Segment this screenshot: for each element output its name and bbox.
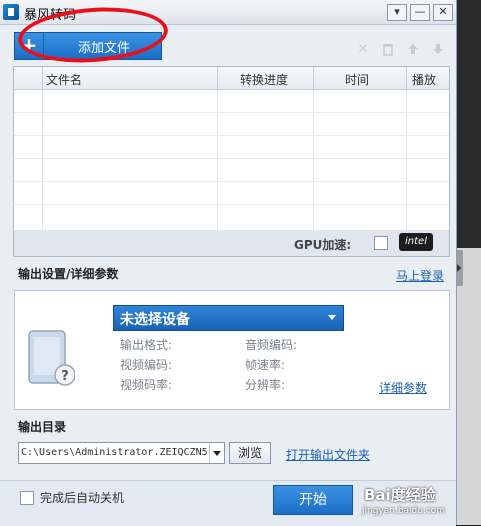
chevron-down-icon[interactable]: [209, 443, 224, 463]
watermark-brand: Bai度经验: [364, 486, 436, 504]
open-output-folder-link[interactable]: 打开输出文件夹: [286, 446, 370, 463]
start-button[interactable]: 开始: [273, 485, 353, 515]
intel-logo: intel: [399, 233, 433, 251]
minimize-button[interactable]: —: [410, 4, 430, 21]
gpu-accel-label: GPU加速:: [294, 238, 352, 252]
column-header-time[interactable]: 时间: [345, 71, 369, 88]
output-path-select[interactable]: C:\Users\Administrator.ZEIQCZN5: [18, 442, 225, 464]
column-header-play[interactable]: 播放: [412, 71, 436, 88]
window-title: 暴风转码: [24, 8, 77, 23]
column-divider: [217, 67, 218, 231]
close-button[interactable]: ✕: [433, 4, 453, 21]
app-window: 暴风转码 ▾ — ✕ + 添加文件 ✕ 文件名 转换进度 时间 播放 GPU加速…: [0, 0, 457, 526]
row-divider: [14, 158, 449, 159]
title-bar: 暴风转码 ▾ — ✕: [0, 0, 456, 25]
svg-text:?: ?: [61, 369, 69, 384]
file-list-table[interactable]: 文件名 转换进度 时间 播放: [13, 66, 450, 232]
menu-dropdown-button[interactable]: ▾: [387, 4, 407, 21]
header-divider: [42, 67, 43, 89]
login-link[interactable]: 马上登录: [396, 267, 444, 284]
output-path-value: C:\Users\Administrator.ZEIQCZN5: [21, 447, 207, 458]
param-video-codec: 视频编码:: [120, 358, 173, 372]
device-select[interactable]: 未选择设备: [113, 305, 344, 331]
watermark: Bai度经验 jingyan.baidu.com: [356, 478, 456, 525]
output-dir-title: 输出目录: [18, 420, 67, 434]
device-unknown-icon: ?: [27, 329, 76, 387]
auto-shutdown-checkbox[interactable]: [20, 491, 34, 505]
param-output-format: 输出格式:: [120, 338, 173, 352]
param-video-bitrate: 视频码率:: [120, 378, 173, 392]
row-divider: [14, 181, 449, 182]
add-file-button[interactable]: + 添加文件: [14, 32, 162, 60]
dropdown-arrow-icon: [328, 315, 336, 320]
device-select-value: 未选择设备: [120, 312, 190, 328]
table-header: 文件名 转换进度 时间 播放: [14, 67, 449, 90]
output-settings-title: 输出设置/详细参数: [18, 267, 119, 281]
move-up-icon[interactable]: [405, 42, 421, 58]
column-header-filename[interactable]: 文件名: [46, 71, 82, 88]
detail-params-link[interactable]: 详细参数: [379, 379, 427, 396]
delete-icon[interactable]: ✕: [355, 42, 371, 58]
move-down-icon[interactable]: [430, 42, 446, 58]
row-divider: [14, 135, 449, 136]
column-divider: [42, 67, 43, 231]
desktop-background-dark: [454, 0, 481, 248]
column-header-progress[interactable]: 转换进度: [240, 71, 288, 88]
watermark-url: jingyan.baidu.com: [362, 506, 446, 516]
trash-icon[interactable]: [380, 42, 396, 58]
column-divider: [313, 67, 314, 231]
gpu-accel-checkbox[interactable]: [374, 236, 388, 250]
auto-shutdown-label: 完成后自动关机: [40, 491, 125, 505]
param-resolution: 分辨率:: [245, 378, 286, 392]
add-file-label: 添加文件: [77, 41, 130, 56]
gpu-bar: GPU加速: intel: [13, 230, 450, 257]
app-logo-icon: [3, 4, 19, 20]
row-divider: [14, 204, 449, 205]
header-divider: [313, 67, 314, 89]
param-frame-rate: 帧速率:: [245, 358, 286, 372]
browse-button[interactable]: 浏览: [229, 442, 271, 464]
plus-icon: +: [15, 33, 44, 59]
header-divider: [217, 67, 218, 89]
header-divider: [406, 67, 407, 89]
row-divider: [14, 112, 449, 113]
output-settings-panel: ? 未选择设备 输出格式: 音频编码: 视频编码: 帧速率: 视频码率: 分辨率…: [14, 290, 450, 410]
column-divider: [406, 67, 407, 231]
param-audio-codec: 音频编码:: [245, 338, 298, 352]
